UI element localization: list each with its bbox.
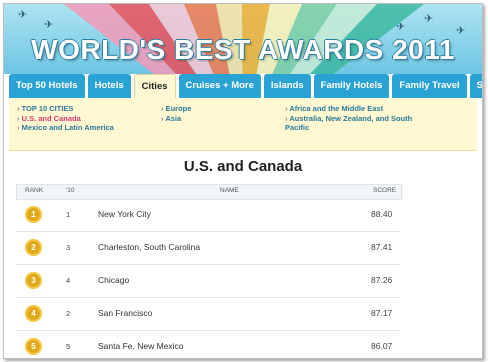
airplane-icon: ✈ [18,9,28,21]
header-score: SCORE [373,187,397,194]
subnav-link-us-canada[interactable]: U.S. and Canada [17,114,114,124]
header-prev-year: '10 [66,187,75,194]
banner: ✈ ✈ ✈ ✈ ✈ WORLD'S BEST AWARDS 2011 [4,4,482,74]
prev-rank: 2 [66,309,71,318]
subnav-link-europe[interactable]: Europe [161,104,192,114]
tab-cities[interactable]: Cities [133,74,176,100]
airplane-icon: ✈ [44,19,54,31]
tab-cruises-more[interactable]: Cruises + More [178,74,261,98]
subnav-link-top-10[interactable]: TOP 10 CITIES [17,104,114,114]
table-row: 2 3 Charleston, South Carolina 87.41 [16,232,400,265]
rank-badge: 4 [25,305,42,322]
subnav-column-2: Europe Asia [161,104,191,123]
header-name: NAME [220,187,239,194]
subnav-column-1: TOP 10 CITIES U.S. and Canada Mexico and… [17,104,114,133]
tab-spas[interactable]: Spas [469,74,482,98]
score-value: 88.40 [371,209,393,219]
rank-badge: 3 [25,272,42,289]
table-row: 1 1 New York City 88.40 [16,199,400,232]
tab-islands[interactable]: Islands [263,74,311,98]
prev-rank: 4 [66,276,71,285]
table-row: 4 2 San Francisco 87.17 [16,298,400,331]
subnav-link-mexico-latin-america[interactable]: Mexico and Latin America [17,123,114,133]
subnav-link-asia[interactable]: Asia [161,114,191,124]
airplane-icon: ✈ [396,21,406,33]
banner-title: WORLD'S BEST AWARDS 2011 [31,34,455,65]
city-name[interactable]: San Francisco [98,308,152,318]
tab-family-travel[interactable]: Family Travel [392,74,467,98]
tab-top-50-hotels[interactable]: Top 50 Hotels [9,74,85,98]
score-value: 87.41 [371,242,393,252]
city-name[interactable]: New York City [98,209,151,219]
score-value: 86.07 [371,341,393,351]
airplane-icon: ✈ [424,13,434,25]
subnav-column-3: Africa and the Middle East Australia, Ne… [285,104,435,133]
rank-badge: 2 [25,239,42,256]
city-subnav: TOP 10 CITIES U.S. and Canada Mexico and… [9,98,477,151]
subnav-link-africa-middle-east[interactable]: Africa and the Middle East [285,104,435,114]
rank-badge: 5 [25,338,42,355]
tab-family-hotels[interactable]: Family Hotels [313,74,390,98]
category-tabs: Top 50 Hotels Hotels Cities Cruises + Mo… [9,74,482,100]
prev-rank: 5 [66,342,71,351]
header-rank: RANK [25,187,44,194]
table-row: 3 4 Chicago 87.26 [16,265,400,298]
prev-rank: 3 [66,243,71,252]
city-name[interactable]: Chicago [98,275,129,285]
table-header: RANK '10 NAME SCORE [16,184,402,200]
city-name[interactable]: Charleston, South Carolina [98,242,200,252]
page-frame: ✈ ✈ ✈ ✈ ✈ WORLD'S BEST AWARDS 2011 Top 5… [3,3,483,359]
rank-badge: 1 [25,206,42,223]
city-name[interactable]: Santa Fe, New Mexico [98,341,184,351]
score-value: 87.26 [371,275,393,285]
prev-rank: 1 [66,210,71,219]
tab-hotels[interactable]: Hotels [87,74,131,98]
subnav-link-australia-nz-pacific[interactable]: Australia, New Zealand, and South Pacifi… [285,114,435,133]
table-row: 5 5 Santa Fe, New Mexico 86.07 [16,331,400,358]
page-title: U.S. and Canada [183,158,303,175]
score-value: 87.17 [371,308,393,318]
